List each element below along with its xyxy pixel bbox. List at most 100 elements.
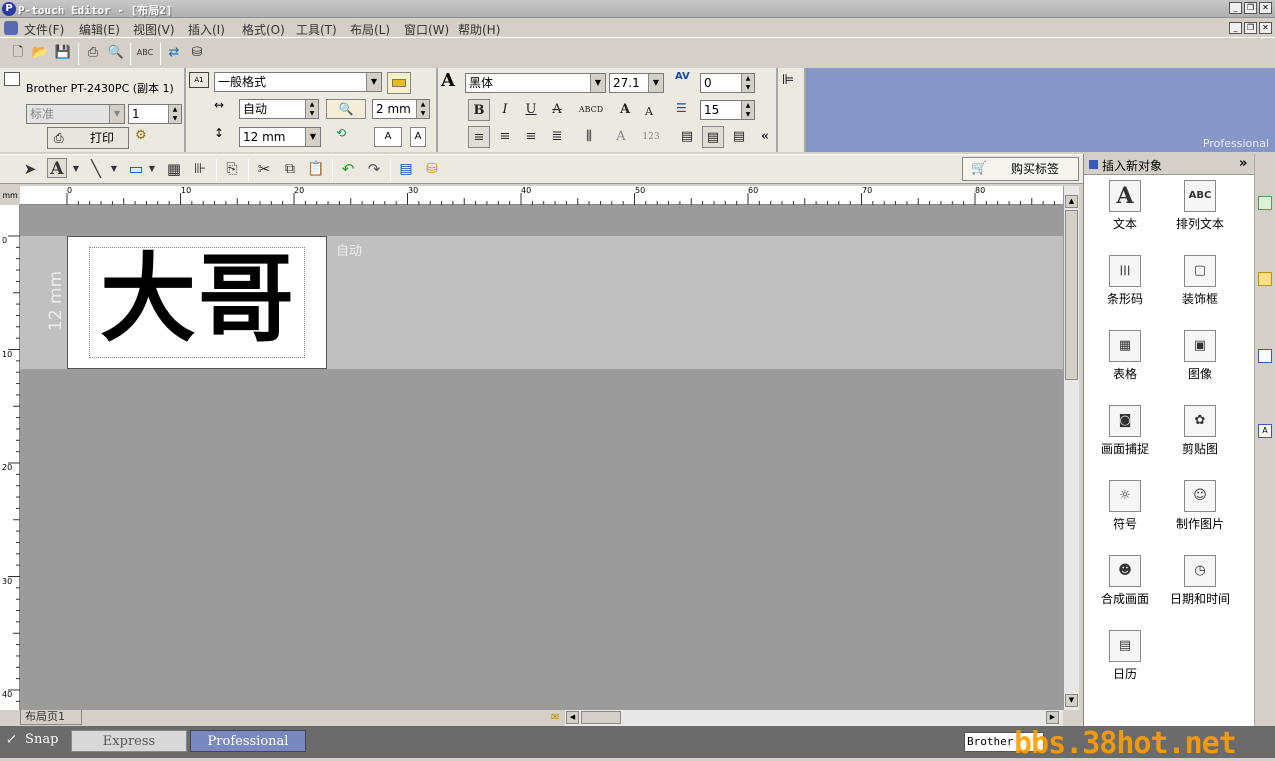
- chevron-down-icon[interactable]: ▼: [70, 159, 82, 179]
- grow-font-button[interactable]: A: [614, 99, 636, 121]
- horizontal-scrollbar[interactable]: ◀ ▶: [565, 710, 1063, 726]
- scroll-thumb[interactable]: [1065, 210, 1078, 380]
- sheet-add-icon[interactable]: ✉: [551, 712, 559, 723]
- insert-object-10[interactable]: ☻ 合成画面: [1085, 555, 1165, 607]
- label-area[interactable]: 大哥: [67, 236, 327, 369]
- valign-top-icon[interactable]: ▤: [676, 126, 698, 148]
- folder-icon[interactable]: [1258, 272, 1272, 286]
- minimize-icon[interactable]: _: [1229, 2, 1242, 14]
- save-icon[interactable]: 💾: [53, 43, 73, 63]
- mode-express-tab[interactable]: Express: [71, 730, 187, 752]
- layout-canvas[interactable]: 大哥 自动 12 mm: [20, 205, 1063, 710]
- doc-restore-icon[interactable]: ❐: [1244, 22, 1257, 34]
- insert-object-4[interactable]: ▦ 表格: [1085, 330, 1165, 382]
- snap-toggle[interactable]: ↙ Snap: [6, 732, 58, 747]
- align-center-icon[interactable]: ≡: [494, 126, 516, 148]
- valign-middle-icon[interactable]: ▤: [702, 126, 724, 148]
- add-object-icon[interactable]: [1258, 196, 1272, 210]
- database-icon[interactable]: ⛁: [187, 43, 207, 63]
- line-spacing-field[interactable]: 15 ▲ ▼: [700, 100, 755, 120]
- layers-icon[interactable]: [1258, 349, 1272, 363]
- mode-professional-tab[interactable]: Professional: [190, 730, 306, 752]
- insert-object-1[interactable]: ABC 排列文本: [1160, 180, 1240, 232]
- cut-icon[interactable]: ✂: [254, 159, 274, 179]
- document-icon[interactable]: [4, 21, 18, 35]
- menu-window[interactable]: 窗口(W): [404, 21, 449, 38]
- cylinder-database-icon[interactable]: ⛁: [422, 159, 442, 179]
- open-folder-icon[interactable]: 📂: [30, 43, 50, 63]
- underline-button[interactable]: U: [520, 99, 542, 121]
- auto-fit-button[interactable]: 🔍: [326, 99, 366, 119]
- menu-view[interactable]: 视图(V): [133, 21, 175, 38]
- fit-text-icon[interactable]: A: [610, 126, 632, 148]
- text-effect-button[interactable]: ABCD: [576, 99, 606, 121]
- vertical-scrollbar[interactable]: ▲ ▼: [1063, 186, 1079, 710]
- insert-object-9[interactable]: ☺ 制作图片: [1160, 480, 1240, 532]
- transfer-template-icon[interactable]: ⎘: [222, 159, 242, 179]
- align-left-icon[interactable]: ≡: [468, 126, 490, 148]
- copies-stepper[interactable]: 1 ▲ ▼: [128, 104, 182, 124]
- insert-object-0[interactable]: A 文本: [1085, 180, 1165, 232]
- vertical-align-icon[interactable]: ⫼: [578, 126, 600, 148]
- print-button[interactable]: ⎙ 打印: [47, 127, 129, 149]
- valign-bottom-icon[interactable]: ▤: [728, 126, 750, 148]
- chevron-down-icon[interactable]: ▼: [146, 159, 158, 179]
- length-field[interactable]: 自动 ▲ ▼: [239, 99, 319, 119]
- insert-object-11[interactable]: ◷ 日期和时间: [1160, 555, 1240, 607]
- doc-minimize-icon[interactable]: _: [1229, 22, 1242, 34]
- select-arrow-icon[interactable]: ➤: [20, 159, 40, 179]
- text-tool-icon[interactable]: A: [47, 158, 67, 179]
- close-icon[interactable]: ✕: [1259, 2, 1272, 14]
- chevron-down-icon[interactable]: ▼: [108, 159, 120, 179]
- print-icon[interactable]: ⎙: [83, 43, 103, 63]
- arrange-icon[interactable]: ⊪: [190, 159, 210, 179]
- justify-icon[interactable]: ≣: [546, 126, 568, 148]
- bold-button[interactable]: B: [468, 99, 490, 121]
- collapse-sidebar-icon[interactable]: »: [1239, 156, 1247, 171]
- table-tool-icon[interactable]: ▦: [164, 159, 184, 179]
- text-object-frame[interactable]: 大哥: [89, 244, 306, 358]
- scroll-right-icon[interactable]: ▶: [1046, 711, 1059, 724]
- menu-help[interactable]: 帮助(H): [458, 21, 500, 38]
- doc-close-icon[interactable]: ✕: [1259, 22, 1272, 34]
- insert-object-2[interactable]: ||| 条形码: [1085, 255, 1165, 307]
- spell-check-icon[interactable]: ABC: [135, 43, 155, 63]
- undo-icon[interactable]: ↶: [338, 159, 358, 179]
- tape-width-select[interactable]: 12 mm ▼: [239, 127, 321, 147]
- rectangle-tool-icon[interactable]: ▭: [126, 159, 146, 179]
- menu-file[interactable]: 文件(F): [24, 21, 64, 38]
- new-file-icon[interactable]: 🗋: [8, 43, 28, 63]
- font-family-select[interactable]: 黑体 ▼: [465, 73, 606, 93]
- text-frame-icon[interactable]: A: [374, 127, 402, 147]
- sheet-tab[interactable]: 布局页1: [20, 710, 82, 725]
- redo-icon[interactable]: ↷: [364, 159, 384, 179]
- vertical-text-icon[interactable]: A: [410, 127, 426, 147]
- format-style-select[interactable]: 一般格式 ▼: [214, 72, 382, 92]
- insert-object-5[interactable]: ▣ 图像: [1160, 330, 1240, 382]
- number-format-icon[interactable]: 123: [640, 126, 662, 148]
- margin-field[interactable]: 2 mm ▲ ▼: [372, 99, 430, 119]
- insert-object-8[interactable]: ☼ 符号: [1085, 480, 1165, 532]
- strikethrough-button[interactable]: A: [546, 99, 568, 121]
- menu-tools[interactable]: 工具(T): [296, 21, 337, 38]
- align-objects-icon[interactable]: ⊫: [782, 72, 794, 88]
- collapse-icon[interactable]: «: [754, 126, 776, 148]
- buy-labels-button[interactable]: 🛒 购买标签: [962, 157, 1079, 181]
- print-options-icon[interactable]: ⚙: [135, 128, 155, 148]
- italic-button[interactable]: I: [494, 99, 516, 121]
- menu-edit[interactable]: 编辑(E): [79, 21, 120, 38]
- scroll-left-icon[interactable]: ◀: [566, 711, 579, 724]
- menu-format[interactable]: 格式(O): [242, 21, 285, 38]
- align-right-icon[interactable]: ≡: [520, 126, 542, 148]
- text-properties-icon[interactable]: A: [1258, 424, 1272, 438]
- quality-select[interactable]: 标准 ▼: [26, 104, 125, 124]
- insert-object-12[interactable]: ▤ 日历: [1085, 630, 1165, 682]
- insert-object-3[interactable]: ▢ 装饰框: [1160, 255, 1240, 307]
- scroll-up-icon[interactable]: ▲: [1065, 195, 1078, 208]
- scroll-down-icon[interactable]: ▼: [1065, 694, 1078, 707]
- insert-object-7[interactable]: ✿ 剪贴图: [1160, 405, 1240, 457]
- label-color-button[interactable]: [387, 72, 411, 94]
- line-tool-icon[interactable]: ╲: [86, 159, 106, 179]
- label-text[interactable]: 大哥: [90, 244, 306, 355]
- transfer-icon[interactable]: ⇄: [164, 43, 184, 63]
